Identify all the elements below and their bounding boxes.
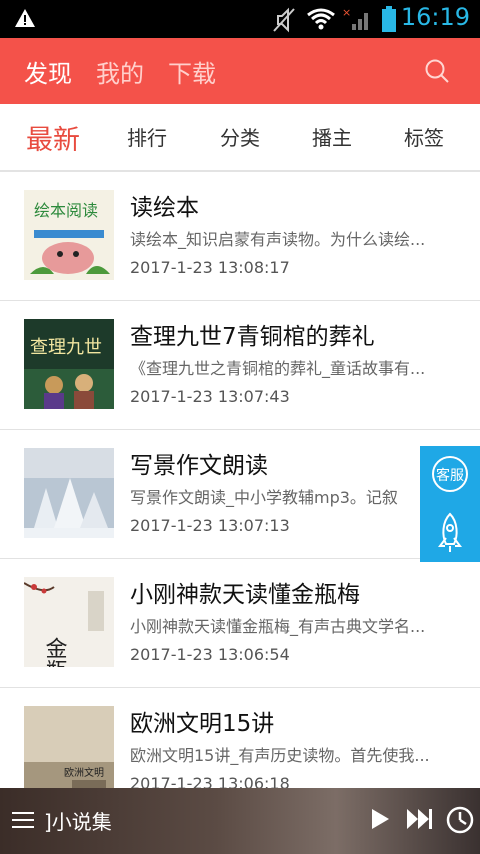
- subtab-latest[interactable]: 最新: [26, 118, 80, 157]
- back-to-top-button[interactable]: [420, 504, 480, 560]
- tab-mine[interactable]: 我的: [96, 54, 144, 89]
- item-title: 写景作文朗读: [130, 453, 268, 479]
- cover-text: 欧洲文明: [64, 766, 104, 779]
- list-item[interactable]: 查理九世 查理九世7青铜棺的葬礼 《查理九世之青铜棺的葬礼_童话故事有... 2…: [0, 301, 480, 430]
- mini-player[interactable]: ]小说集: [0, 788, 480, 854]
- item-description: 读绘本_知识启蒙有声读物。为什么读绘...: [130, 230, 426, 249]
- album-cover: 金瓶梅: [24, 577, 114, 667]
- item-date: 2017-1-23 13:06:54: [130, 645, 290, 664]
- battery-icon: [382, 6, 396, 32]
- timer-icon[interactable]: [446, 806, 474, 834]
- customer-service-label: 客服: [436, 467, 464, 484]
- album-cover: [24, 448, 114, 538]
- menu-icon[interactable]: [12, 810, 34, 830]
- item-title: 欧洲文明15讲: [130, 711, 275, 737]
- top-nav: 发现 我的 下载: [0, 38, 480, 104]
- subtab-ranking[interactable]: 排行: [127, 122, 167, 151]
- item-description: 小刚神款天读懂金瓶梅_有声古典文学名...: [130, 617, 426, 636]
- rocket-icon: [438, 512, 462, 552]
- signal-icon: ×: [342, 6, 368, 30]
- subtab-tags[interactable]: 标签: [404, 122, 444, 151]
- wifi-icon: [307, 8, 335, 30]
- item-date: 2017-1-23 13:08:17: [130, 258, 290, 277]
- item-title: 小刚神款天读懂金瓶梅: [130, 582, 360, 608]
- player-title: ]小说集: [44, 810, 112, 834]
- album-list: 绘本阅读 读绘本 读绘本_知识启蒙有声读物。为什么读绘... 2017-1-23…: [0, 172, 480, 788]
- item-date: 2017-1-23 13:06:18: [130, 774, 290, 788]
- item-title: 查理九世7青铜棺的葬礼: [130, 324, 375, 350]
- item-date: 2017-1-23 13:07:43: [130, 387, 290, 406]
- subtab-hosts[interactable]: 播主: [312, 122, 352, 151]
- next-track-icon[interactable]: [406, 808, 434, 830]
- item-date: 2017-1-23 13:07:13: [130, 516, 290, 535]
- tab-download[interactable]: 下载: [168, 54, 216, 89]
- tab-discover[interactable]: 发现: [24, 54, 72, 89]
- list-item[interactable]: 欧洲文明 欧洲文明15讲 欧洲文明15讲_有声历史读物。首先使我... 2017…: [0, 688, 480, 788]
- play-icon[interactable]: [370, 808, 390, 830]
- list-item[interactable]: 金瓶梅 小刚神款天读懂金瓶梅 小刚神款天读懂金瓶梅_有声古典文学名... 201…: [0, 559, 480, 688]
- svg-text:×: ×: [342, 6, 351, 19]
- status-time: 16:19: [400, 3, 470, 31]
- album-cover: 欧洲文明: [24, 706, 114, 788]
- customer-service-button[interactable]: 客服: [420, 446, 480, 502]
- category-tabs: 最新 排行 分类 播主 标签: [0, 104, 480, 172]
- item-description: 《查理九世之青铜棺的葬礼_童话故事有...: [130, 359, 426, 378]
- item-description: 写景作文朗读_中小学教辅mp3。记叙: [130, 488, 398, 507]
- warning-icon: [15, 9, 35, 27]
- item-description: 欧洲文明15讲_有声历史读物。首先使我...: [130, 746, 430, 765]
- subtab-category[interactable]: 分类: [220, 122, 260, 151]
- headset-icon: 客服: [432, 456, 468, 492]
- album-cover: 绘本阅读: [24, 190, 114, 280]
- item-title: 读绘本: [130, 195, 199, 221]
- cover-text: 金瓶梅: [42, 637, 68, 667]
- floating-service-panel: 客服: [420, 446, 480, 562]
- search-icon[interactable]: [424, 58, 450, 84]
- cover-text: 绘本阅读: [34, 201, 98, 220]
- list-item[interactable]: 写景作文朗读 写景作文朗读_中小学教辅mp3。记叙 2017-1-23 13:0…: [0, 430, 480, 559]
- album-cover: 查理九世: [24, 319, 114, 409]
- cover-text: 查理九世: [30, 337, 102, 358]
- mute-icon: [273, 7, 295, 33]
- status-bar: × 16:19: [0, 0, 480, 38]
- list-item[interactable]: 绘本阅读 读绘本 读绘本_知识启蒙有声读物。为什么读绘... 2017-1-23…: [0, 172, 480, 301]
